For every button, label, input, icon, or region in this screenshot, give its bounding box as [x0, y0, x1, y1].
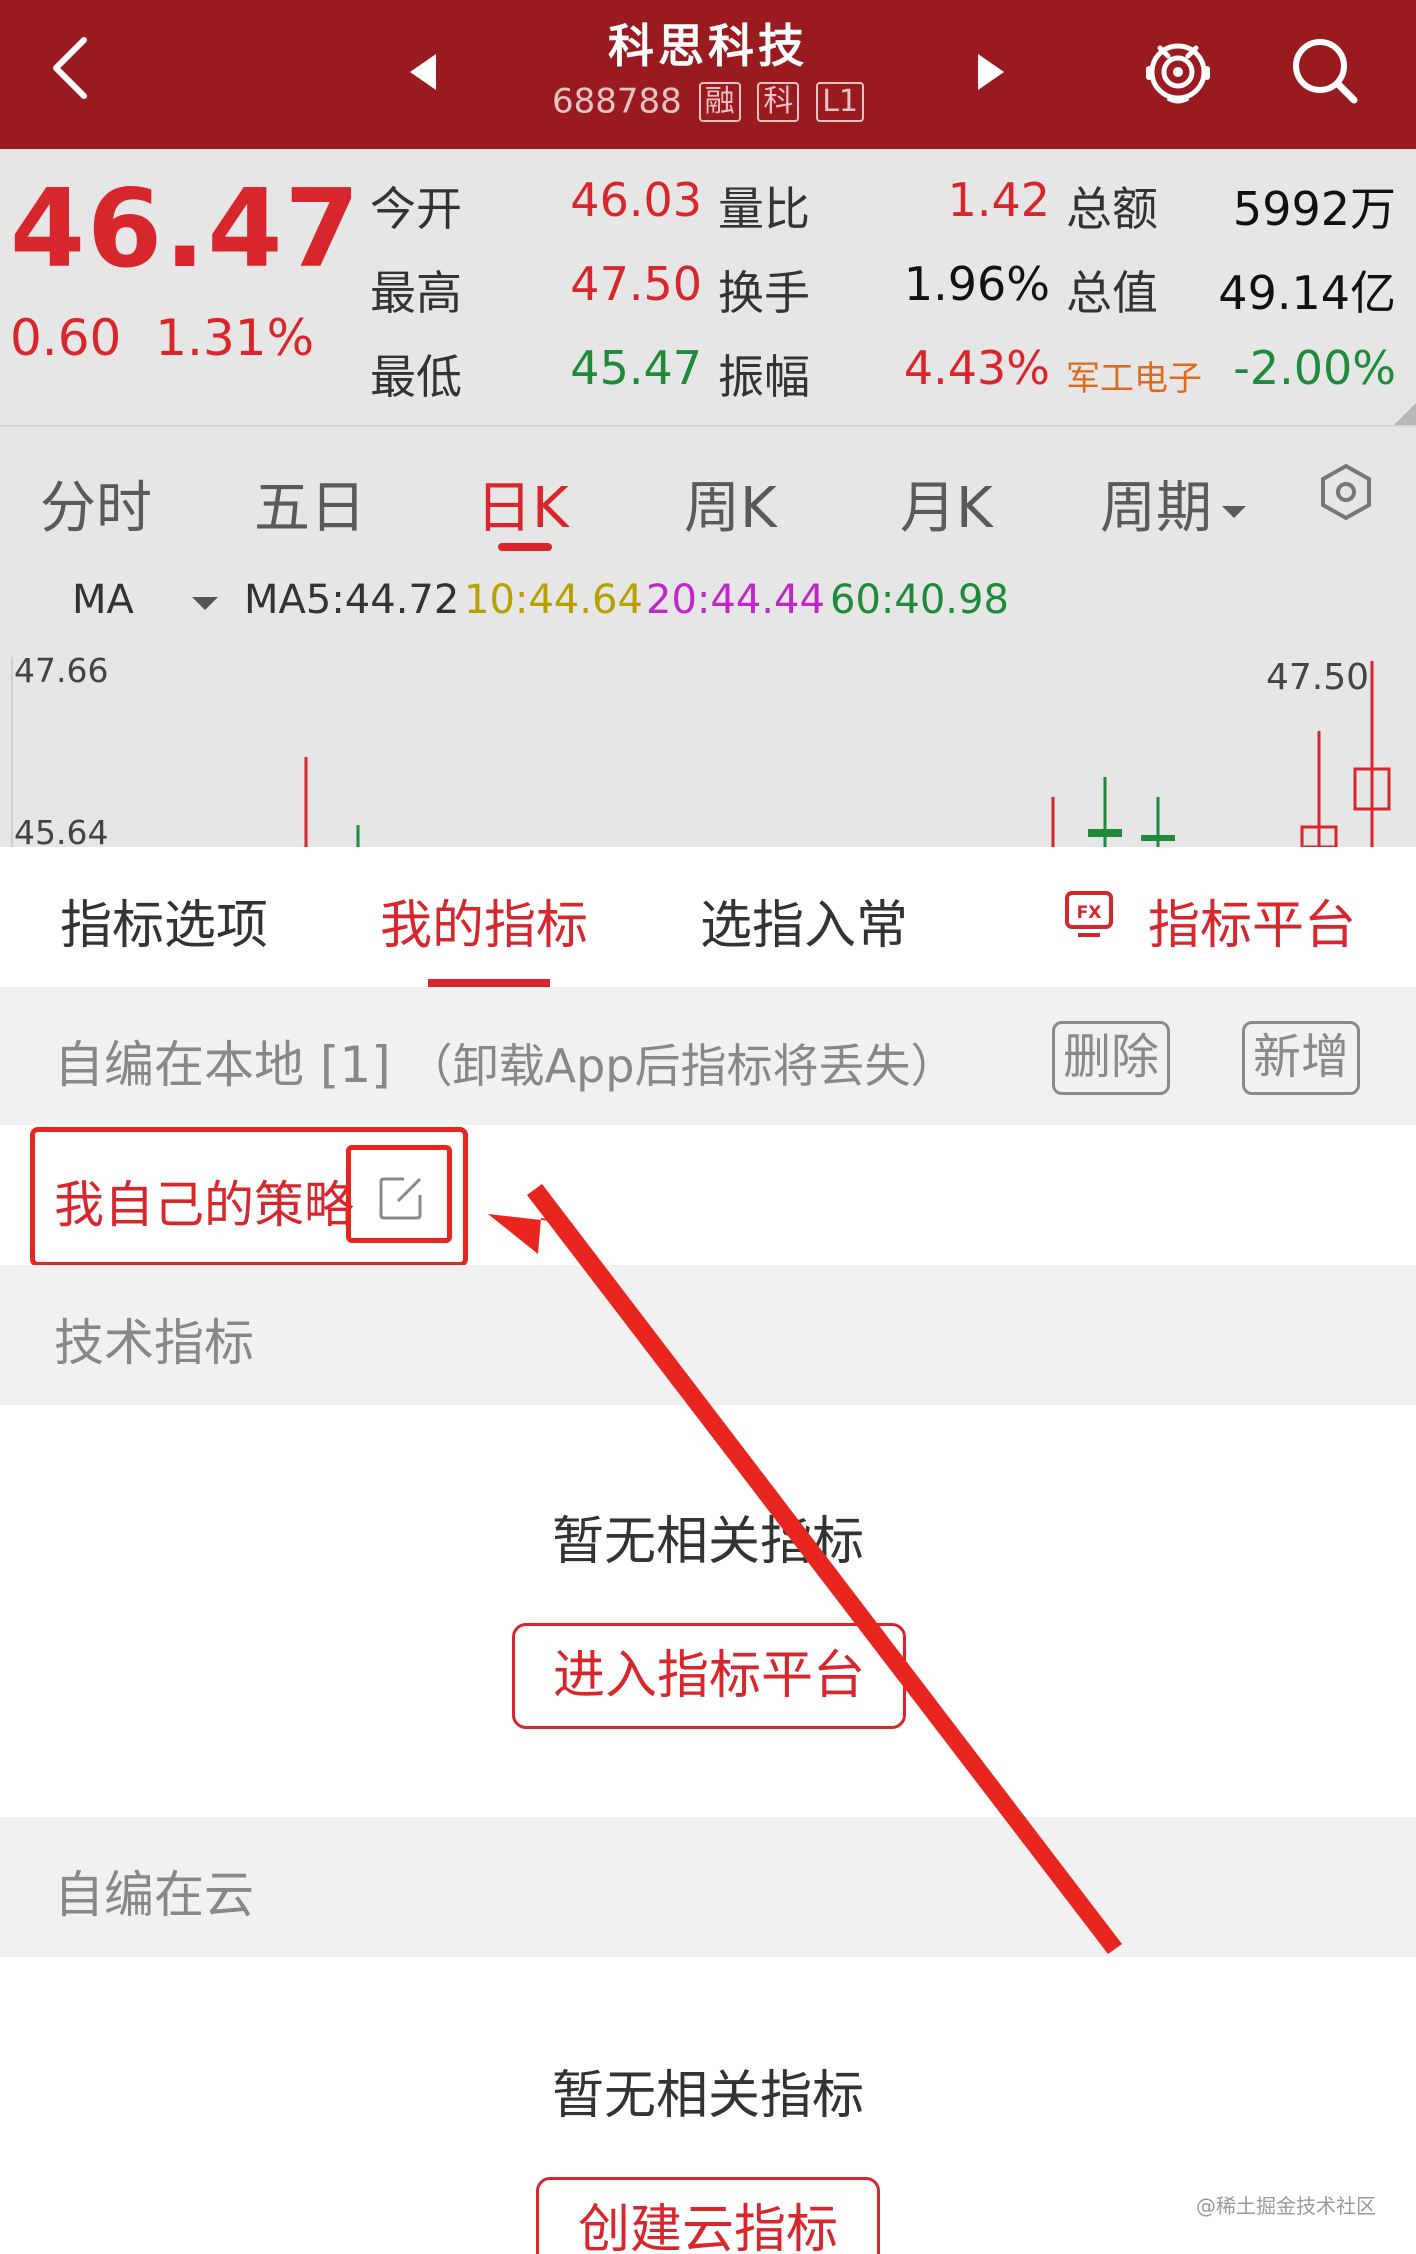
ma-selector-label[interactable]: MA — [72, 577, 134, 623]
indicator-sheet: 指标选项 我的指标 选指入常 FX 指标平台 自编在本地 [1] （卸载App后… — [0, 847, 1416, 2254]
local-note: （卸载App后指标将丢失） — [406, 1039, 957, 1093]
tab-my-indicators[interactable]: 我的指标 — [380, 883, 588, 958]
label-high: 最高 — [370, 266, 462, 320]
candle-body — [1141, 835, 1175, 841]
active-tab-indicator — [498, 543, 552, 551]
value-open: 46.03 — [570, 173, 702, 227]
add-button[interactable]: 新增 — [1242, 1021, 1361, 1095]
label-volume-ratio: 量比 — [718, 182, 810, 236]
tab-weekly-k[interactable]: 周K — [684, 463, 777, 544]
technical-empty-text: 暂无相关指标 — [551, 1512, 864, 1572]
chart-period-tabs: 分时 五日 日K 周K 月K 周期 — [0, 425, 1416, 555]
current-price: 46.47 — [10, 167, 362, 292]
chart-settings-hex-icon[interactable] — [1316, 462, 1376, 522]
section-technical-title: 技术指标 — [54, 1314, 254, 1372]
expand-corner-icon[interactable] — [1394, 403, 1416, 425]
tab-monthly-k[interactable]: 月K — [900, 463, 993, 544]
section-local: 自编在本地 [1] （卸载App后指标将丢失） 删除 新增 — [0, 987, 1416, 1127]
local-count: [1] — [319, 1036, 391, 1094]
badge-level: L1 — [816, 81, 865, 122]
label-open: 今开 — [370, 182, 462, 236]
candlestick-svg — [11, 657, 1391, 847]
search-icon[interactable] — [1284, 30, 1364, 110]
label-turnover-amount: 总额 — [1066, 182, 1158, 236]
value-market-cap: 49.14亿 — [1218, 266, 1396, 320]
change-amount: 0.60 — [10, 309, 122, 367]
label-turnover-rate: 换手 — [718, 266, 810, 320]
chevron-down-icon — [1222, 505, 1246, 518]
section-local-title: 自编在本地 [1] （卸载App后指标将丢失） — [54, 1025, 957, 1097]
ma10-value: 10:44.64 — [464, 577, 643, 623]
quote-panel: 46.47 0.60 1.31% 今开 46.03 量比 1.42 总额 599… — [0, 149, 1416, 425]
section-technical: 技术指标 — [0, 1265, 1416, 1405]
change-percent: 1.31% — [155, 309, 315, 367]
assistant-robot-icon[interactable] — [1138, 30, 1218, 110]
next-stock-icon[interactable] — [978, 54, 1004, 90]
sheet-active-tab-indicator — [428, 979, 550, 987]
high-price-label: 47.50 — [1266, 657, 1370, 698]
ma60-value: 60:40.98 — [830, 577, 1009, 623]
svg-text:FX: FX — [1077, 903, 1102, 923]
value-amplitude: 4.43% — [903, 341, 1050, 395]
ma20-value: 20:44.44 — [646, 577, 825, 623]
tab-indicator-options[interactable]: 指标选项 — [60, 883, 268, 958]
fx-formula-icon: FX — [1065, 891, 1113, 937]
tab-intraday[interactable]: 分时 — [40, 463, 152, 544]
watermark: @稀土掘金技术社区 — [1196, 2194, 1376, 2218]
moving-average-bar: MA MA5:44.72 10:44.64 20:44.44 60:40.98 — [0, 555, 1416, 647]
badge-star-market: 科 — [757, 81, 800, 122]
value-low: 45.47 — [570, 341, 702, 395]
ma-dropdown-icon[interactable] — [192, 597, 218, 610]
annotation-highlight-edit — [346, 1145, 452, 1243]
delete-button[interactable]: 删除 — [1052, 1021, 1171, 1095]
label-amplitude: 振幅 — [718, 350, 810, 404]
tab-period-dropdown[interactable]: 周期 — [1100, 463, 1246, 544]
value-volume-ratio: 1.42 — [947, 173, 1050, 227]
local-title: 自编在本地 — [54, 1036, 304, 1094]
label-sector[interactable]: 军工电子 — [1066, 351, 1202, 400]
y-axis-top-label: 47.66 — [14, 651, 109, 690]
section-cloud-title: 自编在云 — [54, 1866, 254, 1924]
section-cloud: 自编在云 — [0, 1817, 1416, 1957]
label-market-cap: 总值 — [1066, 266, 1158, 320]
value-turnover-amount: 5992万 — [1232, 182, 1396, 236]
stock-code: 688788 — [551, 81, 682, 122]
tab-period-label: 周期 — [1100, 476, 1212, 541]
badge-margin: 融 — [698, 81, 741, 122]
candlestick-chart[interactable]: 47.66 45.64 47.50 — [0, 647, 1416, 852]
cloud-empty-text: 暂无相关指标 — [551, 2066, 864, 2126]
tab-daily-k[interactable]: 日K — [476, 463, 569, 544]
label-low: 最低 — [370, 350, 462, 404]
value-high: 47.50 — [570, 257, 702, 311]
value-turnover-rate: 1.96% — [903, 257, 1050, 311]
candle-body — [1088, 829, 1122, 837]
indicator-platform-link[interactable]: 指标平台 — [1148, 883, 1356, 958]
app-root: 科思科技 688788 融 科 L1 46.47 0.60 1.31% 今开 4… — [0, 0, 1416, 2254]
tab-five-day[interactable]: 五日 — [254, 463, 366, 544]
create-cloud-indicator-button[interactable]: 创建云指标 — [536, 2177, 880, 2254]
tab-select-indicators[interactable]: 选指入常 — [700, 883, 908, 958]
value-sector-change: -2.00% — [1233, 341, 1396, 395]
top-bar: 科思科技 688788 融 科 L1 — [0, 0, 1416, 149]
ma5-value: MA5:44.72 — [244, 577, 460, 623]
enter-platform-button[interactable]: 进入指标平台 — [512, 1623, 906, 1729]
price-change: 0.60 1.31% — [10, 309, 314, 367]
